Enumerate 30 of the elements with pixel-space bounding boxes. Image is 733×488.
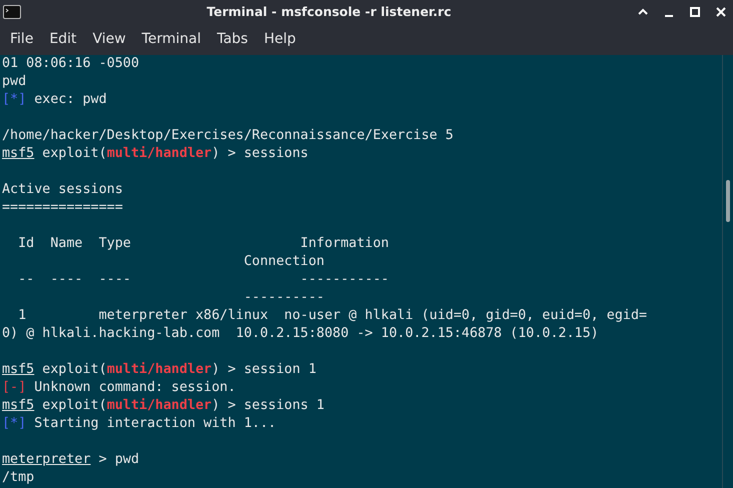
terminal-line: Id Name Type Information bbox=[17, 235, 390, 253]
scrollbar-thumb[interactable] bbox=[726, 180, 730, 222]
terminal-line: Active sessions bbox=[2, 181, 124, 199]
menu-item[interactable]: Terminal bbox=[134, 29, 209, 49]
terminal-line: meterpreter > pwd bbox=[2, 451, 140, 469]
terminal-line: [*] exec: pwd bbox=[2, 91, 108, 109]
terminal-line: 01 08:06:16 -0500 bbox=[2, 55, 140, 73]
restore-icon[interactable] bbox=[689, 6, 701, 18]
terminal-icon bbox=[3, 4, 21, 18]
terminal-line: /tmp bbox=[2, 469, 36, 487]
menu-item[interactable]: Tabs bbox=[208, 29, 256, 49]
terminal-line: msf5 exploit(multi/handler) > sessions 1 bbox=[2, 397, 326, 415]
close-icon[interactable] bbox=[715, 6, 727, 18]
terminal-line: [*] Starting interaction with 1... bbox=[2, 415, 278, 433]
terminal-line: /home/hacker/Desktop/Exercises/Reconnaissance/Exercise 5 bbox=[2, 127, 454, 145]
menu-item[interactable]: Help bbox=[256, 29, 304, 49]
menu-item[interactable]: Edit bbox=[41, 29, 85, 49]
terminal-line: -- ---- ---- ----------- bbox=[17, 271, 390, 289]
menu-item[interactable]: View bbox=[84, 29, 134, 49]
terminal-line: msf5 exploit(multi/handler) > sessions bbox=[2, 145, 310, 163]
terminal-line: 0) @ hlkali.hacking-lab.com 10.0.2.15:8080 -> 10.0.2.15:46878 (10.0.2.15) bbox=[2, 325, 600, 343]
terminal-line: 1 meterpreter x86/linux no-user @ hlkali (uid=0, gid=0, euid=0, egid= bbox=[17, 307, 648, 325]
terminal-line: ---------- bbox=[242, 289, 326, 307]
terminal-line: [-] Unknown command: session. bbox=[2, 379, 237, 397]
terminal-line: Connection bbox=[242, 253, 326, 271]
terminal-line: msf5 exploit(multi/handler) > session 1 bbox=[2, 361, 318, 379]
menu-item[interactable]: File bbox=[2, 29, 42, 49]
terminal-line: =============== bbox=[2, 199, 124, 217]
window-title: Terminal - msfconsole -r listener.rc bbox=[206, 4, 452, 19]
terminal-line: pwd bbox=[2, 73, 28, 91]
